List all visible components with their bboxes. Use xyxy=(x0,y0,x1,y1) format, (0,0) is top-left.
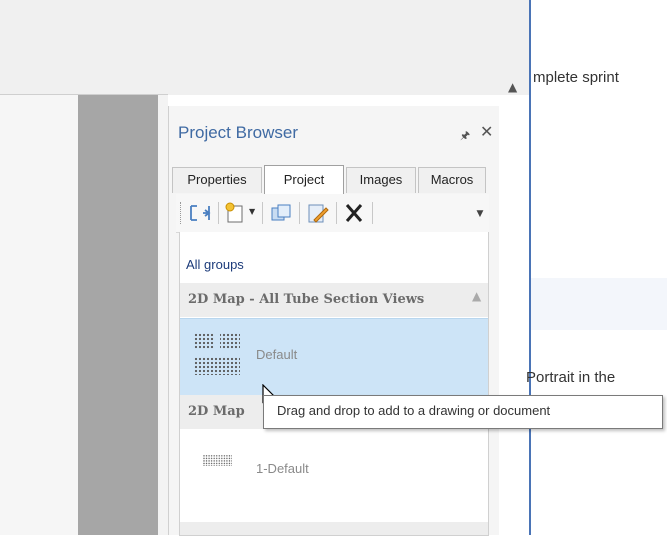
tab-project[interactable]: Project xyxy=(264,165,344,194)
toolbar: ▼ ▼ xyxy=(176,194,489,233)
toolbar-separator xyxy=(218,202,219,224)
item-label: 1-Default xyxy=(256,461,309,476)
item-label: Default xyxy=(256,347,298,362)
toolbar-overflow-icon[interactable]: ▼ xyxy=(474,208,486,220)
dropdown-arrow-icon[interactable]: ▼ xyxy=(249,207,255,216)
pin-icon[interactable]: 🖈︎ xyxy=(460,127,470,146)
tab-images[interactable]: Images xyxy=(346,167,416,193)
delete-icon[interactable] xyxy=(342,202,366,224)
edit-icon[interactable] xyxy=(306,202,330,224)
link-icon[interactable] xyxy=(188,202,212,224)
tab-macros[interactable]: Macros xyxy=(418,167,486,193)
group-label: 2D Map - All Tube Section Views xyxy=(188,292,425,307)
group-header[interactable] xyxy=(180,522,488,535)
toolbar-grip[interactable] xyxy=(180,202,184,224)
top-background xyxy=(0,0,530,95)
project-browser-panel: Project Browser 🖈︎ ✕ Properties Project … xyxy=(168,106,499,536)
copy-icon[interactable] xyxy=(269,202,293,224)
collapse-group-icon[interactable]: ▲ xyxy=(472,289,481,303)
tab-properties[interactable]: Properties xyxy=(172,167,262,193)
thumbnail-pattern-icon xyxy=(194,333,240,375)
list-item-default[interactable]: Default xyxy=(180,318,488,396)
group-label: 2D Map xyxy=(188,404,245,419)
toolbar-separator xyxy=(262,202,263,224)
document-text-mid: Portrait in the xyxy=(526,369,616,386)
document-band xyxy=(531,278,667,330)
toolbar-separator xyxy=(372,202,373,224)
panel-title: Project Browser xyxy=(178,123,298,142)
toolbar-separator xyxy=(336,202,337,224)
tooltip-text: Drag and drop to add to a drawing or doc… xyxy=(277,403,551,418)
close-icon[interactable]: ✕ xyxy=(480,122,493,141)
all-groups-link[interactable]: All groups xyxy=(186,257,244,272)
collapse-ribbon-icon[interactable]: ▲ xyxy=(508,80,517,94)
left-page-area xyxy=(0,95,78,535)
window-divider[interactable] xyxy=(529,0,531,535)
toolbar-separator xyxy=(299,202,300,224)
new-item-icon[interactable] xyxy=(224,202,248,224)
group-header[interactable]: 2D Map - All Tube Section Views ▲ xyxy=(180,283,488,317)
page-gutter xyxy=(78,95,158,535)
drag-drop-tooltip: Drag and drop to add to a drawing or doc… xyxy=(263,395,663,429)
list-item-1-default[interactable]: 1-Default xyxy=(180,430,488,506)
group-list: All groups 2D Map - All Tube Section Vie… xyxy=(179,232,489,536)
thumbnail-pattern-icon xyxy=(202,454,232,466)
document-text-top: mplete sprint xyxy=(533,69,619,86)
